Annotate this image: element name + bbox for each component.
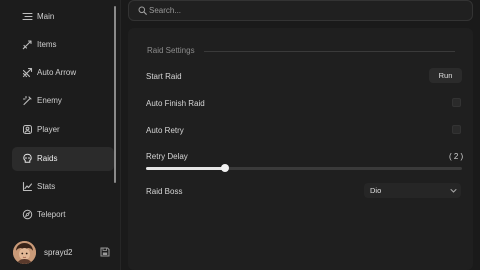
sidebar-item-label: Raids — [37, 154, 58, 163]
sidebar: Main Items Auto Arrow Enemy Player Raids — [0, 0, 121, 270]
raid-settings-panel: Raid Settings Start Raid Run Auto Finish… — [128, 28, 473, 270]
save-icon — [100, 247, 110, 257]
section-title: Raid Settings — [147, 46, 195, 55]
arrow-icon — [22, 67, 33, 78]
sidebar-item-stats[interactable]: Stats — [12, 175, 114, 199]
person-icon — [22, 124, 33, 135]
sidebar-item-items[interactable]: Items — [12, 33, 114, 57]
dropdown-value: Dio — [370, 186, 382, 195]
raid-boss-label: Raid Boss — [146, 187, 183, 196]
search-bar — [128, 0, 473, 21]
sidebar-item-enemy[interactable]: Enemy — [12, 89, 114, 113]
sidebar-item-label: Main — [37, 12, 55, 21]
sidebar-item-label: Items — [37, 40, 57, 49]
sidebar-item-player[interactable]: Player — [12, 118, 114, 142]
wand-icon — [22, 95, 33, 106]
retry-delay-value: ( 2 ) — [449, 152, 464, 161]
avatar[interactable] — [13, 241, 36, 264]
list-icon — [22, 11, 33, 22]
auto-finish-raid-checkbox[interactable] — [452, 98, 461, 107]
auto-finish-raid-label: Auto Finish Raid — [146, 99, 205, 108]
sidebar-item-main[interactable]: Main — [12, 5, 114, 29]
sidebar-item-raids[interactable]: Raids — [12, 147, 114, 171]
sword-icon — [22, 39, 33, 50]
raid-boss-dropdown[interactable]: Dio — [364, 183, 461, 198]
slider-handle[interactable] — [221, 164, 229, 172]
sidebar-item-teleport[interactable]: Teleport — [12, 203, 114, 227]
search-input[interactable] — [149, 3, 459, 18]
sidebar-item-auto-arrow[interactable]: Auto Arrow — [12, 61, 114, 85]
auto-retry-checkbox[interactable] — [452, 125, 461, 134]
section-divider — [204, 51, 455, 52]
sidebar-item-label: Teleport — [37, 210, 66, 219]
sidebar-item-label: Stats — [37, 182, 56, 191]
chevron-down-icon — [450, 187, 457, 194]
sidebar-item-label: Enemy — [37, 96, 62, 105]
start-raid-label: Start Raid — [146, 72, 182, 81]
retry-delay-label: Retry Delay — [146, 152, 188, 161]
save-button[interactable] — [99, 246, 111, 258]
run-button[interactable]: Run — [429, 68, 462, 83]
sidebar-item-label: Auto Arrow — [37, 68, 77, 77]
skull-icon — [22, 153, 33, 164]
auto-retry-label: Auto Retry — [146, 126, 184, 135]
sidebar-item-label: Player — [37, 125, 60, 134]
chart-icon — [22, 181, 33, 192]
search-icon — [138, 6, 147, 15]
retry-delay-slider[interactable] — [146, 164, 462, 172]
user-profile: sprayd2 — [0, 235, 121, 270]
sidebar-scrollbar[interactable] — [114, 6, 116, 183]
slider-fill — [146, 167, 225, 170]
username: sprayd2 — [44, 248, 73, 257]
compass-icon — [22, 209, 33, 220]
